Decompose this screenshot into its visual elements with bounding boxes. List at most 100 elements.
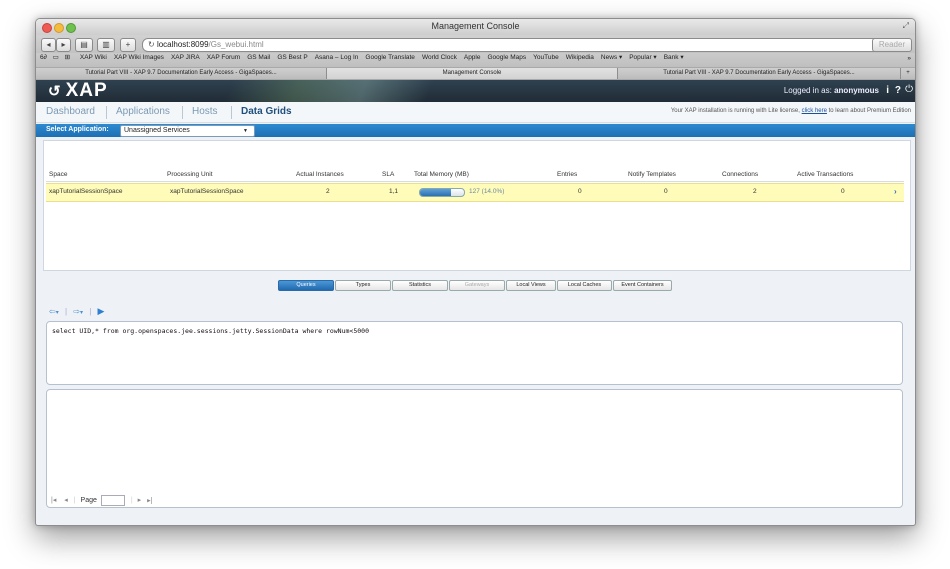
col-processing-unit[interactable]: Processing Unit (167, 171, 213, 178)
run-query-icon[interactable]: ▶ (98, 306, 105, 316)
cell-entries: 0 (578, 188, 582, 195)
first-page-icon[interactable]: |◂ (51, 497, 56, 504)
pager-separator: | (130, 497, 133, 505)
bookmark-item[interactable]: Google Maps (487, 54, 526, 61)
nav-separator (106, 106, 107, 119)
bookmark-item[interactable]: Asana – Log In (315, 54, 359, 61)
bookmark-item[interactable]: News ▾ (601, 54, 622, 61)
last-page-icon[interactable]: ▸| (147, 497, 152, 504)
tab-management-console[interactable]: Management Console (327, 68, 618, 79)
app-header: ↺ XAP Logged in as: anonymous i ? ⏻ (36, 80, 915, 102)
sidebar-button[interactable]: ▥ (97, 38, 115, 52)
username: anonymous (834, 86, 879, 95)
nav-data-grids[interactable]: Data Grids (241, 106, 292, 117)
reader-button[interactable]: Reader (872, 38, 912, 52)
bookmark-item[interactable]: GS Mail (247, 54, 270, 61)
bookmark-item[interactable]: Bank ▾ (664, 54, 684, 61)
col-sla[interactable]: SLA (382, 171, 394, 178)
share-button[interactable]: ▤ (75, 38, 93, 52)
prev-page-icon[interactable]: ◂ (64, 497, 68, 504)
url-bar[interactable]: ↻ localhost:8099/Gs_webui.html ↻ (142, 38, 890, 52)
row-expand-icon[interactable]: › (894, 187, 897, 196)
tab-statistics[interactable]: Statistics (392, 280, 448, 291)
bookmark-item[interactable]: Popular ▾ (629, 54, 656, 61)
col-space[interactable]: Space (49, 171, 67, 178)
col-notify-templates[interactable]: Notify Templates (628, 171, 676, 178)
col-actual-instances[interactable]: Actual Instances (296, 171, 344, 178)
browser-toolbar: ◂ ▸ ▤ ▥ + ↻ localhost:8099/Gs_webui.html… (36, 35, 915, 53)
table-row[interactable]: xapTutorialSessionSpace xapTutorialSessi… (46, 183, 904, 202)
bookmarks-bar: 6∂ ▭ ⊞ XAP Wiki XAP Wiki Images XAP JIRA XA… (36, 53, 915, 67)
forward-arrow-icon[interactable]: ⇨ (73, 307, 80, 316)
book-icon: ▥ (102, 40, 110, 49)
more-bookmarks-icon[interactable]: » (907, 55, 911, 62)
page-input[interactable] (100, 495, 125, 506)
select-application-dropdown[interactable]: Unassigned Services ▼ (120, 125, 255, 137)
tab-event-containers[interactable]: Event Containers (613, 280, 672, 291)
bookmark-item[interactable]: XAP Wiki (80, 54, 107, 61)
bookmark-list: XAP Wiki XAP Wiki Images XAP JIRA XAP Forum… (80, 54, 691, 61)
browser-window: Management Console ⤢ ◂ ▸ ▤ ▥ + ↻ localho… (35, 18, 916, 526)
select-application-label: Select Application: (46, 126, 109, 133)
add-tab-button[interactable]: + (901, 68, 915, 79)
url-host: localhost:8099 (156, 40, 209, 49)
cell-space: xapTutorialSessionSpace (49, 188, 123, 195)
power-icon[interactable]: ⏻ (905, 84, 913, 95)
license-notice: Your XAP installation is running with Li… (671, 108, 911, 114)
bookmark-item[interactable]: XAP Wiki Images (114, 54, 164, 61)
bookmarks-book-icon[interactable]: ▭ (53, 54, 59, 61)
top-sites-icon[interactable]: ⊞ (65, 54, 70, 61)
tab-types[interactable]: Types (335, 280, 391, 291)
header-decoration (206, 80, 466, 102)
bookmark-item[interactable]: Wikipedia (566, 54, 594, 61)
help-icon[interactable]: ? (895, 85, 901, 96)
back-arrow-icon[interactable]: ⇦ (49, 307, 56, 316)
col-total-memory[interactable]: Total Memory (MB) (414, 171, 469, 178)
nav-dashboard[interactable]: Dashboard (46, 106, 95, 117)
xap-logo: ↺ XAP (48, 80, 108, 102)
next-page-icon[interactable]: ▸ (138, 497, 142, 504)
bookmark-item[interactable]: XAP JIRA (171, 54, 200, 61)
fullscreen-icon[interactable]: ⤢ (903, 21, 909, 31)
tab-tutorial-2[interactable]: Tutorial Part VIII - XAP 9.7 Documentati… (618, 68, 901, 79)
bookmark-item[interactable]: XAP Forum (207, 54, 240, 61)
cell-connections: 2 (753, 188, 757, 195)
selected-application: Unassigned Services (124, 127, 190, 134)
bookmark-item[interactable]: Apple (464, 54, 481, 61)
spaces-panel: Space Processing Unit Actual Instances S… (43, 140, 911, 271)
nav-hosts[interactable]: Hosts (192, 106, 218, 117)
tab-tutorial-1[interactable]: Tutorial Part VIII - XAP 9.7 Documentati… (36, 68, 327, 79)
back-dropdown-icon[interactable]: ▾ (56, 310, 59, 316)
col-entries[interactable]: Entries (557, 171, 577, 178)
new-tab-button[interactable]: + (120, 38, 136, 52)
query-text[interactable]: select UID,* from org.openspaces.jee.ses… (52, 327, 369, 335)
page-label: Page (80, 497, 97, 505)
back-button[interactable]: ◂ (41, 38, 56, 52)
col-connections[interactable]: Connections (722, 171, 758, 178)
tab-queries[interactable]: Queries (278, 280, 334, 291)
bookmark-item[interactable]: YouTube (533, 54, 559, 61)
login-status: Logged in as: anonymous (784, 86, 879, 95)
tab-local-views[interactable]: Local Views (506, 280, 556, 291)
main-nav: Dashboard Applications Hosts Data Grids … (36, 102, 915, 123)
bookmark-item[interactable]: Google Translate (365, 54, 415, 61)
table-header: Space Processing Unit Actual Instances S… (46, 167, 904, 182)
forward-button[interactable]: ▸ (56, 38, 71, 52)
memory-bar (419, 188, 465, 197)
logged-in-label: Logged in as: (783, 86, 832, 95)
info-icon[interactable]: i (886, 85, 889, 96)
tab-local-caches[interactable]: Local Caches (557, 280, 612, 291)
cell-active-transactions: 0 (841, 188, 845, 195)
bookmark-item[interactable]: World Clock (422, 54, 457, 61)
nav-applications[interactable]: Applications (116, 106, 170, 117)
forward-dropdown-icon[interactable]: ▾ (80, 310, 83, 316)
query-editor[interactable]: select UID,* from org.openspaces.jee.ses… (46, 321, 903, 385)
col-active-transactions[interactable]: Active Transactions (797, 171, 853, 178)
license-link[interactable]: click here (802, 108, 827, 114)
logo-text: XAP (65, 80, 108, 101)
pager-separator: | (73, 497, 76, 505)
reading-list-icon[interactable]: 6∂ (40, 54, 47, 61)
cell-sla: 1,1 (389, 188, 399, 195)
bookmark-item[interactable]: GS Best P (277, 54, 307, 61)
window-titlebar: Management Console ⤢ (36, 19, 915, 35)
